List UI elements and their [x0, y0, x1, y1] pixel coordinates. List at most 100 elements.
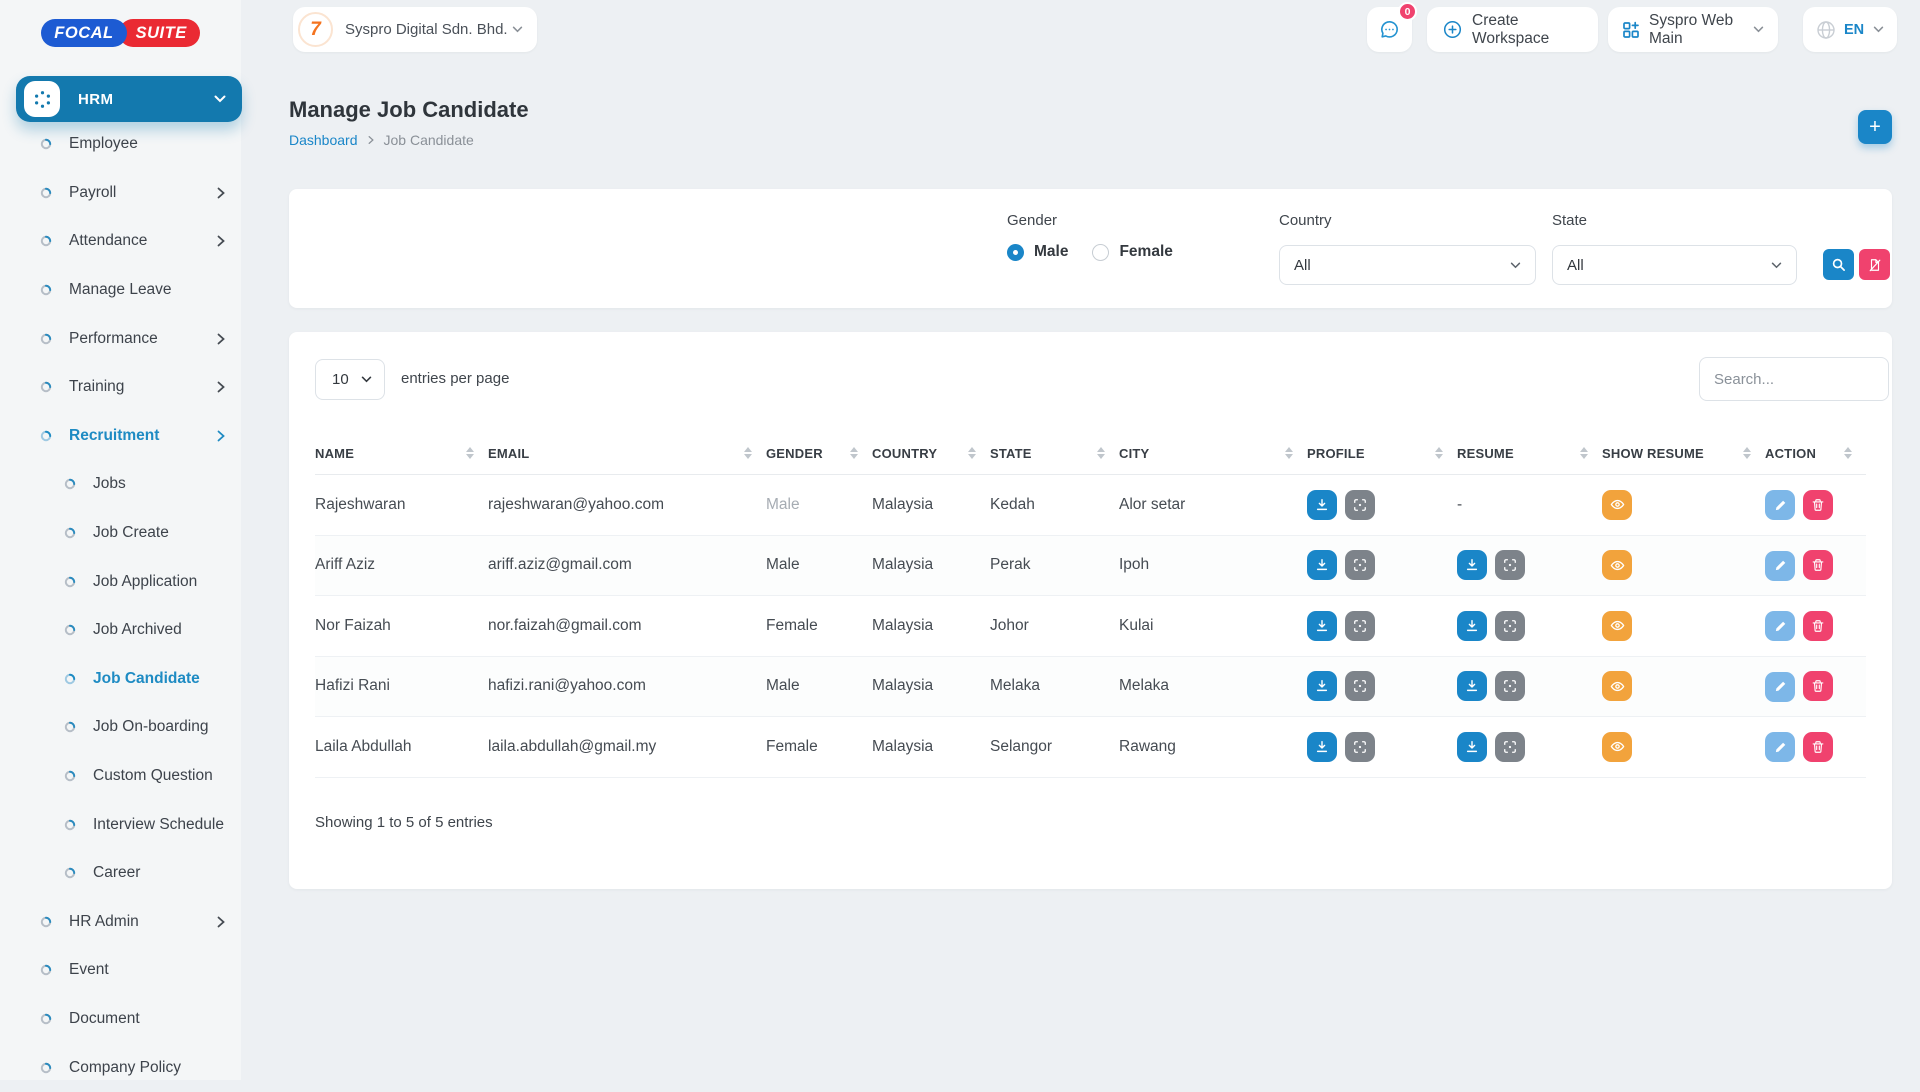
- sort-icon[interactable]: [466, 447, 474, 459]
- resume-preview-button[interactable]: [1495, 732, 1525, 762]
- delete-button[interactable]: [1803, 550, 1833, 580]
- sort-icon[interactable]: [1285, 447, 1293, 459]
- sidebar-item-job-candidate[interactable]: Job Candidate: [0, 655, 241, 704]
- create-workspace-button[interactable]: Create Workspace: [1427, 7, 1598, 52]
- edit-button[interactable]: [1765, 551, 1795, 581]
- sidebar-item-job-onboarding[interactable]: Job On-boarding: [0, 703, 241, 752]
- profile-download-button[interactable]: [1307, 550, 1337, 580]
- profile-preview-button[interactable]: [1345, 671, 1375, 701]
- add-candidate-button[interactable]: +: [1858, 110, 1892, 144]
- edit-button[interactable]: [1765, 611, 1795, 641]
- profile-preview-button[interactable]: [1345, 732, 1375, 762]
- sort-icon[interactable]: [968, 447, 976, 459]
- resume-download-button[interactable]: [1457, 671, 1487, 701]
- sort-icon[interactable]: [1097, 447, 1105, 459]
- show-resume-button[interactable]: [1602, 611, 1632, 641]
- language-code: EN: [1844, 22, 1864, 38]
- module-switcher-hrm[interactable]: HRM: [16, 76, 242, 122]
- profile-preview-button[interactable]: [1345, 550, 1375, 580]
- sidebar-item-custom-question[interactable]: Custom Question: [0, 752, 241, 801]
- apply-filter-button[interactable]: [1823, 249, 1854, 280]
- bullet-icon: [40, 1013, 52, 1025]
- profile-download-button[interactable]: [1307, 671, 1337, 701]
- show-resume-button[interactable]: [1602, 671, 1632, 701]
- clear-filter-button[interactable]: [1859, 249, 1890, 280]
- hrm-module-icon: [24, 81, 60, 117]
- profile-preview-button[interactable]: [1345, 611, 1375, 641]
- app-logo[interactable]: FOCAL SUITE: [0, 19, 241, 47]
- messages-button[interactable]: 0: [1367, 7, 1412, 52]
- sort-icon[interactable]: [1435, 447, 1443, 459]
- sort-icon[interactable]: [1743, 447, 1751, 459]
- show-resume-button[interactable]: [1602, 550, 1632, 580]
- resume-preview-button[interactable]: [1495, 550, 1525, 580]
- radio-female[interactable]: [1092, 244, 1109, 261]
- sidebar-item-event[interactable]: Event: [0, 946, 241, 995]
- sidebar-item-interview-schedule[interactable]: Interview Schedule: [0, 800, 241, 849]
- candidate-gender: Male: [766, 677, 872, 695]
- breadcrumb-dashboard-link[interactable]: Dashboard: [289, 132, 358, 148]
- column-header-email: EMAIL: [488, 446, 766, 461]
- show-resume-button[interactable]: [1602, 732, 1632, 762]
- language-selector[interactable]: EN: [1803, 7, 1897, 52]
- edit-button[interactable]: [1765, 732, 1795, 762]
- delete-button[interactable]: [1803, 732, 1833, 762]
- sidebar-item-hr-admin[interactable]: HR Admin: [0, 898, 241, 947]
- profile-download-button[interactable]: [1307, 732, 1337, 762]
- radio-male[interactable]: [1007, 244, 1024, 261]
- radio-male-label[interactable]: Male: [1034, 243, 1068, 261]
- sidebar-item-payroll[interactable]: Payroll: [0, 169, 241, 218]
- sidebar-item-job-application[interactable]: Job Application: [0, 557, 241, 606]
- sidebar-item-document[interactable]: Document: [0, 995, 241, 1044]
- delete-button[interactable]: [1803, 611, 1833, 641]
- create-workspace-label: Create Workspace: [1472, 12, 1582, 48]
- sort-icon[interactable]: [1580, 447, 1588, 459]
- edit-button[interactable]: [1765, 490, 1795, 520]
- resume-download-button[interactable]: [1457, 732, 1487, 762]
- company-selector[interactable]: 7 Syspro Digital Sdn. Bhd.: [293, 7, 537, 52]
- show-resume-button[interactable]: [1602, 490, 1632, 520]
- workspace-switcher[interactable]: Syspro Web Main: [1608, 7, 1778, 52]
- sidebar-item-employee[interactable]: Employee: [0, 120, 241, 169]
- sidebar-item-job-create[interactable]: Job Create: [0, 509, 241, 558]
- sidebar-item-career[interactable]: Career: [0, 849, 241, 898]
- breadcrumb: Dashboard Job Candidate: [289, 132, 474, 148]
- sidebar-item-company-policy[interactable]: Company Policy: [0, 1043, 241, 1092]
- sort-icon[interactable]: [850, 447, 858, 459]
- candidate-country: Malaysia: [872, 617, 990, 635]
- delete-button[interactable]: [1803, 671, 1833, 701]
- sidebar-item-performance[interactable]: Performance: [0, 314, 241, 363]
- resume-download-button[interactable]: [1457, 611, 1487, 641]
- resume-download-button[interactable]: [1457, 550, 1487, 580]
- sidebar-item-training[interactable]: Training: [0, 363, 241, 412]
- resume-preview-button[interactable]: [1495, 671, 1525, 701]
- profile-preview-button[interactable]: [1345, 490, 1375, 520]
- delete-button[interactable]: [1803, 490, 1833, 520]
- sort-icon[interactable]: [744, 447, 752, 459]
- candidate-name: Laila Abdullah: [315, 738, 488, 756]
- candidate-gender: Male: [766, 496, 872, 514]
- bullet-icon: [64, 576, 76, 588]
- candidate-state: Perak: [990, 556, 1119, 574]
- sidebar-item-jobs[interactable]: Jobs: [0, 460, 241, 509]
- page-size-select[interactable]: 10: [315, 359, 385, 400]
- sidebar-item-label: Attendance: [69, 232, 147, 250]
- country-select[interactable]: All: [1279, 245, 1536, 285]
- edit-button[interactable]: [1765, 672, 1795, 702]
- radio-female-label[interactable]: Female: [1119, 243, 1172, 261]
- candidate-email: ariff.aziz@gmail.com: [488, 556, 766, 574]
- table-search-input[interactable]: [1699, 357, 1889, 401]
- resume-preview-button[interactable]: [1495, 611, 1525, 641]
- sort-icon[interactable]: [1844, 447, 1852, 459]
- sidebar-item-attendance[interactable]: Attendance: [0, 217, 241, 266]
- candidate-city: Ipoh: [1119, 556, 1307, 574]
- chevron-right-icon: [217, 235, 225, 247]
- sidebar-item-label: Document: [69, 1010, 140, 1028]
- clear-filter-icon: [1868, 258, 1882, 272]
- sidebar-item-recruitment[interactable]: Recruitment: [0, 412, 241, 461]
- state-select[interactable]: All: [1552, 245, 1797, 285]
- sidebar-item-manage-leave[interactable]: Manage Leave: [0, 266, 241, 315]
- sidebar-item-job-archived[interactable]: Job Archived: [0, 606, 241, 655]
- profile-download-button[interactable]: [1307, 490, 1337, 520]
- profile-download-button[interactable]: [1307, 611, 1337, 641]
